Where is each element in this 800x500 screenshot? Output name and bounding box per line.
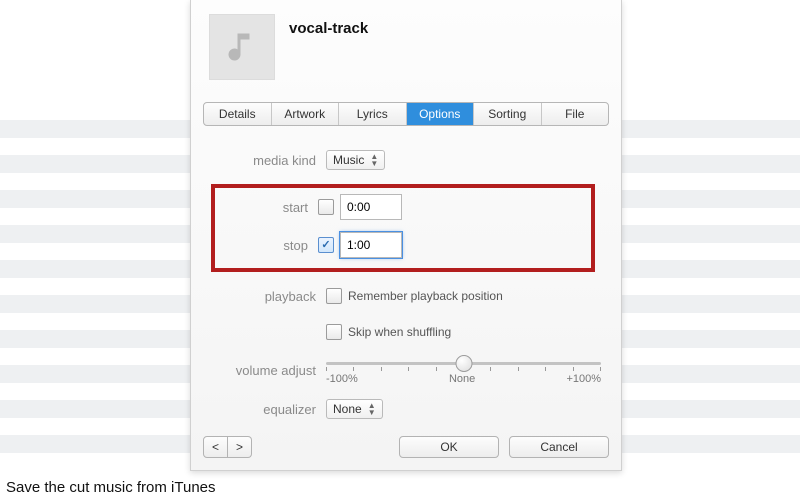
- chevron-left-icon: <: [212, 440, 219, 454]
- track-title: vocal-track: [289, 20, 368, 37]
- start-stop-highlight: start stop ✓: [211, 184, 595, 272]
- skip-shuffling-checkbox[interactable]: [326, 324, 342, 340]
- dropdown-arrows-icon: ▲▼: [370, 153, 378, 167]
- cancel-button[interactable]: Cancel: [509, 436, 609, 458]
- song-info-dialog: vocal-track Details Artwork Lyrics Optio…: [190, 0, 622, 471]
- prev-next-group: < >: [203, 436, 252, 458]
- dropdown-arrows-icon: ▲▼: [368, 402, 376, 416]
- media-kind-row: media kind Music ▲▼: [211, 148, 601, 172]
- equalizer-value: None: [333, 402, 362, 416]
- media-kind-label: media kind: [211, 153, 326, 168]
- stop-label: stop: [223, 238, 318, 253]
- skip-shuffling-label: Skip when shuffling: [348, 325, 451, 339]
- tab-details[interactable]: Details: [204, 103, 272, 125]
- stop-checkbox[interactable]: ✓: [318, 237, 334, 253]
- dialog-footer: < > OK Cancel: [203, 436, 609, 458]
- start-label: start: [223, 200, 318, 215]
- remember-position-checkbox[interactable]: [326, 288, 342, 304]
- options-form: media kind Music ▲▼ start stop ✓: [191, 148, 621, 421]
- prev-button[interactable]: <: [203, 436, 228, 458]
- media-kind-value: Music: [333, 153, 364, 167]
- equalizer-label: equalizer: [211, 402, 326, 417]
- volume-slider[interactable]: [326, 362, 601, 365]
- start-checkbox[interactable]: [318, 199, 334, 215]
- equalizer-select[interactable]: None ▲▼: [326, 399, 383, 419]
- volume-mid-label: None: [449, 373, 475, 385]
- start-row: start: [223, 194, 583, 220]
- tab-sorting[interactable]: Sorting: [474, 103, 542, 125]
- volume-slider-labels: -100% None +100%: [326, 373, 601, 385]
- playback-row: playback Remember playback position: [211, 284, 601, 308]
- tab-file[interactable]: File: [542, 103, 609, 125]
- equalizer-row: equalizer None ▲▼: [211, 397, 601, 421]
- stop-time-input[interactable]: [340, 232, 402, 258]
- tab-lyrics[interactable]: Lyrics: [339, 103, 407, 125]
- album-art-placeholder: [209, 14, 275, 80]
- volume-max-label: +100%: [566, 373, 601, 385]
- tab-options[interactable]: Options: [407, 103, 475, 125]
- remember-position-label: Remember playback position: [348, 289, 503, 303]
- tab-bar: Details Artwork Lyrics Options Sorting F…: [203, 102, 609, 126]
- next-button[interactable]: >: [228, 436, 252, 458]
- volume-label: volume adjust: [211, 363, 326, 378]
- skip-shuffling-row: Skip when shuffling: [211, 320, 601, 344]
- volume-row: volume adjust -100% None +100%: [211, 356, 601, 385]
- music-note-icon: [224, 29, 260, 65]
- track-header: vocal-track: [191, 0, 621, 88]
- article-caption: Save the cut music from iTunes: [6, 479, 216, 496]
- tab-artwork[interactable]: Artwork: [272, 103, 340, 125]
- media-kind-select[interactable]: Music ▲▼: [326, 150, 385, 170]
- volume-min-label: -100%: [326, 373, 358, 385]
- chevron-right-icon: >: [236, 440, 243, 454]
- volume-slider-thumb[interactable]: [455, 355, 472, 372]
- playback-label: playback: [211, 289, 326, 304]
- ok-button[interactable]: OK: [399, 436, 499, 458]
- start-time-input[interactable]: [340, 194, 402, 220]
- stop-row: stop ✓: [223, 232, 583, 258]
- ok-cancel-group: OK Cancel: [399, 436, 609, 458]
